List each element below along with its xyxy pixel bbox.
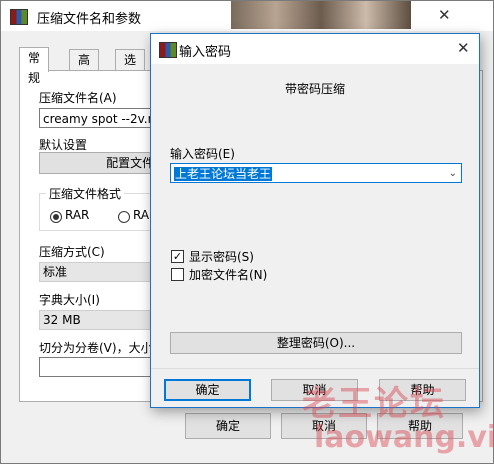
show-password-checkbox[interactable]: ✓ — [171, 250, 184, 263]
main-window-title: 压缩文件名和参数 — [37, 12, 142, 27]
rar-radio[interactable] — [50, 211, 62, 223]
rar-radio-label: RAR — [65, 208, 90, 222]
password-value-selected: 上老王论坛当老王 — [174, 167, 273, 181]
password-dialog-title: 输入密码 — [179, 45, 232, 60]
watermark-url-text: laowang.vip — [314, 420, 494, 455]
password-ok-button[interactable]: 确定 — [164, 379, 251, 401]
main-titlebar: 压缩文件名和参数 ✕ — [1, 1, 493, 31]
split-volume-label: 切分为分卷(V)，大小 — [39, 341, 153, 355]
password-dialog: 输入密码 ✕ 带密码压缩 输入密码(E) 上老王论坛当老王 ⌄ ✓ 显示密码(S… — [150, 33, 480, 408]
dictionary-size-label: 字典大小(I) — [39, 293, 100, 307]
tab-advanced[interactable]: 高级 — [69, 49, 100, 87]
archive-name-label: 压缩文件名(A) — [39, 91, 117, 105]
encrypt-filenames-checkbox[interactable] — [171, 268, 184, 281]
main-ok-button[interactable]: 确定 — [185, 413, 271, 439]
winrar-app-icon — [10, 9, 28, 25]
chevron-down-icon[interactable]: ⌄ — [449, 164, 457, 184]
password-label: 输入密码(E) — [170, 147, 235, 161]
password-dialog-titlebar: 输入密码 ✕ — [151, 34, 479, 64]
organize-passwords-button[interactable]: 整理密码(O)... — [170, 332, 462, 354]
dialog-divider — [151, 368, 479, 369]
password-dialog-heading: 带密码压缩 — [284, 82, 345, 96]
show-password-label: 显示密码(S) — [189, 250, 254, 264]
watermark-cn-text: 老王论坛 — [302, 384, 446, 424]
compression-method-label: 压缩方式(C) — [39, 245, 105, 259]
winrar-app-icon — [159, 42, 177, 58]
close-icon[interactable]: ✕ — [438, 6, 451, 24]
rar4-radio[interactable] — [118, 211, 130, 223]
format-group-title: 压缩文件格式 — [46, 185, 125, 202]
background-banner-image — [231, 1, 411, 29]
tab-general[interactable]: 常规 — [19, 47, 50, 85]
close-icon[interactable]: ✕ — [457, 39, 470, 57]
encrypt-filenames-label: 加密文件名(N) — [189, 268, 268, 282]
default-settings-label: 默认设置 — [39, 138, 88, 152]
password-input[interactable]: 上老王论坛当老王 ⌄ — [170, 163, 462, 183]
tab-options[interactable]: 选项 — [115, 49, 146, 87]
